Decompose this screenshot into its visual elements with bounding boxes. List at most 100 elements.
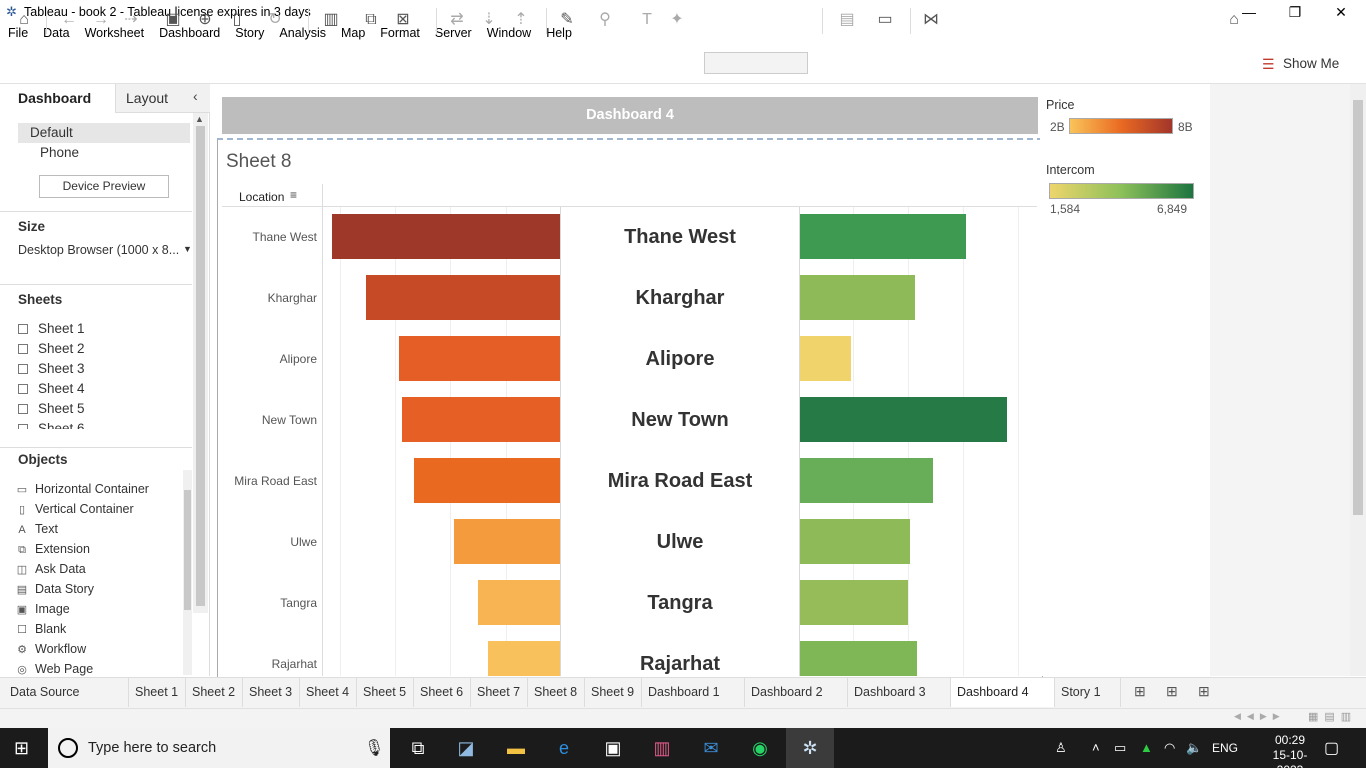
- intercom-legend-title: Intercom: [1046, 163, 1095, 177]
- price-color-ramp[interactable]: [1069, 118, 1173, 134]
- file-explorer-icon[interactable]: ▬: [502, 734, 530, 762]
- sheet-tab[interactable]: Sheet 1: [129, 678, 186, 707]
- view-toggle-icon[interactable]: ▦▤▥: [1308, 710, 1357, 723]
- location-text-label[interactable]: Rajarhat: [561, 653, 799, 676]
- sheet-tab[interactable]: Sheet 5: [357, 678, 414, 707]
- sheet-tab[interactable]: Sheet 7: [471, 678, 528, 707]
- intercom-bar[interactable]: [800, 397, 1007, 442]
- sheet-tab[interactable]: Sheet 4: [300, 678, 357, 707]
- alert-icon[interactable]: ▲: [1140, 740, 1153, 755]
- row-label[interactable]: New Town: [222, 413, 317, 427]
- sheet-tab[interactable]: Story 1: [1055, 678, 1121, 707]
- intercom-color-ramp[interactable]: [1049, 183, 1194, 199]
- tab-navigation-icon[interactable]: ◀◀▶▶: [1234, 711, 1286, 722]
- location-text-label[interactable]: Alipore: [561, 348, 799, 371]
- intercom-legend-max: 6,849: [1157, 202, 1188, 216]
- chevron-up-icon[interactable]: ˄: [1092, 740, 1100, 755]
- price-bar[interactable]: [332, 214, 560, 259]
- sheet-tab[interactable]: Dashboard 4: [951, 678, 1055, 707]
- location-text-label[interactable]: Tangra: [561, 592, 799, 615]
- sheet-tab-label: Sheet 5: [363, 685, 407, 699]
- price-bar[interactable]: [478, 580, 560, 625]
- sheet-tab-label: Sheet 9: [591, 685, 635, 699]
- row-label[interactable]: Kharghar: [222, 291, 317, 305]
- row-label[interactable]: Ulwe: [222, 535, 317, 549]
- sheet-tab-label: Data Source: [10, 685, 80, 699]
- row-label[interactable]: Thane West: [222, 230, 317, 244]
- new-worksheet-tab-icon[interactable]: ⊞: [1134, 683, 1146, 700]
- location-text-label[interactable]: Ulwe: [561, 531, 799, 554]
- sheet-tab-label: Sheet 7: [477, 685, 521, 699]
- canvas-scroll-thumb[interactable]: [1353, 100, 1363, 515]
- new-story-tab-icon[interactable]: ⊞: [1198, 683, 1210, 700]
- sheet-tab-label: Sheet 6: [420, 685, 464, 699]
- tableau-app-icon[interactable]: ▥: [648, 734, 676, 762]
- row-label[interactable]: Mira Road East: [222, 474, 317, 488]
- location-text-label[interactable]: Mira Road East: [561, 470, 799, 493]
- sheet-tab-label: Dashboard 4: [957, 685, 1029, 699]
- row-label[interactable]: Alipore: [222, 352, 317, 366]
- intercom-legend-min: 1,584: [1050, 202, 1081, 216]
- sheet-tab[interactable]: Dashboard 3: [848, 678, 951, 707]
- tableau-active-icon[interactable]: ✲: [786, 728, 834, 768]
- new-dashboard-tab-icon[interactable]: ⊞: [1166, 683, 1178, 700]
- row-label[interactable]: Rajarhat: [222, 657, 317, 671]
- gridline: [1018, 207, 1019, 676]
- microphone-icon[interactable]: 🎙: [364, 738, 384, 758]
- price-bar[interactable]: [414, 458, 560, 503]
- edge-icon[interactable]: e: [550, 734, 578, 762]
- location-text-label[interactable]: Thane West: [561, 226, 799, 249]
- intercom-bar[interactable]: [800, 336, 851, 381]
- whatsapp-icon[interactable]: ◉: [746, 734, 774, 762]
- price-bar[interactable]: [399, 336, 560, 381]
- intercom-bar[interactable]: [800, 214, 966, 259]
- taskbar-search-placeholder: Type here to search: [88, 740, 217, 756]
- sheet-tab-label: Dashboard 2: [751, 685, 823, 699]
- price-bar[interactable]: [402, 397, 560, 442]
- task-view-icon[interactable]: ⧉: [404, 734, 432, 762]
- location-text-label[interactable]: New Town: [561, 409, 799, 432]
- store-icon[interactable]: ▣: [599, 734, 627, 762]
- intercom-bar[interactable]: [800, 641, 917, 676]
- sheet-tab[interactable]: Dashboard 2: [745, 678, 848, 707]
- search-icon: [58, 738, 78, 758]
- sheet-tab[interactable]: Sheet 3: [243, 678, 300, 707]
- mail-icon[interactable]: ✉: [697, 734, 725, 762]
- intercom-bar[interactable]: [800, 519, 910, 564]
- sheet-tab-label: Sheet 2: [192, 685, 236, 699]
- sheet-tab[interactable]: Sheet 9: [585, 678, 642, 707]
- intercom-bar[interactable]: [800, 580, 908, 625]
- status-bar: [0, 708, 1366, 728]
- row-label[interactable]: Tangra: [222, 596, 317, 610]
- clock-date: 15-10-2023: [1272, 748, 1308, 777]
- wifi-icon[interactable]: ◠: [1164, 740, 1175, 756]
- sheet-tab[interactable]: Dashboard 1: [642, 678, 745, 707]
- canvas-margin: [1210, 84, 1350, 676]
- sheet-tab[interactable]: Data Source: [4, 678, 129, 707]
- sheet-tab[interactable]: Sheet 2: [186, 678, 243, 707]
- price-bar[interactable]: [366, 275, 560, 320]
- price-bar[interactable]: [454, 519, 560, 564]
- intercom-bar[interactable]: [800, 275, 915, 320]
- sheet-tab[interactable]: Sheet 6: [414, 678, 471, 707]
- volume-icon[interactable]: 🔈: [1186, 740, 1202, 756]
- people-icon[interactable]: ♙: [1055, 740, 1067, 756]
- language-indicator[interactable]: ENG: [1212, 741, 1238, 755]
- sheet-tab-label: Dashboard 1: [648, 685, 720, 699]
- sheet-tab[interactable]: Sheet 8: [528, 678, 585, 707]
- price-legend-min: 2B: [1050, 120, 1065, 134]
- sheet-tab-label: Sheet 4: [306, 685, 350, 699]
- clock-time: 00:29: [1274, 733, 1306, 747]
- sheet-tab-label: Dashboard 3: [854, 685, 926, 699]
- app-icon[interactable]: ◪: [452, 734, 480, 762]
- notifications-icon[interactable]: ▢: [1324, 738, 1339, 758]
- location-text-label[interactable]: Kharghar: [561, 287, 799, 310]
- sheet-tab-label: Sheet 8: [534, 685, 578, 699]
- battery-icon[interactable]: ▭: [1114, 740, 1126, 756]
- price-legend-title: Price: [1046, 98, 1075, 112]
- sheet-tab-label: Story 1: [1061, 685, 1101, 699]
- windows-start-icon[interactable]: ⊞: [14, 738, 29, 759]
- intercom-bar[interactable]: [800, 458, 933, 503]
- clock[interactable]: 00:29 15-10-2023: [1262, 733, 1318, 778]
- price-bar[interactable]: [488, 641, 560, 676]
